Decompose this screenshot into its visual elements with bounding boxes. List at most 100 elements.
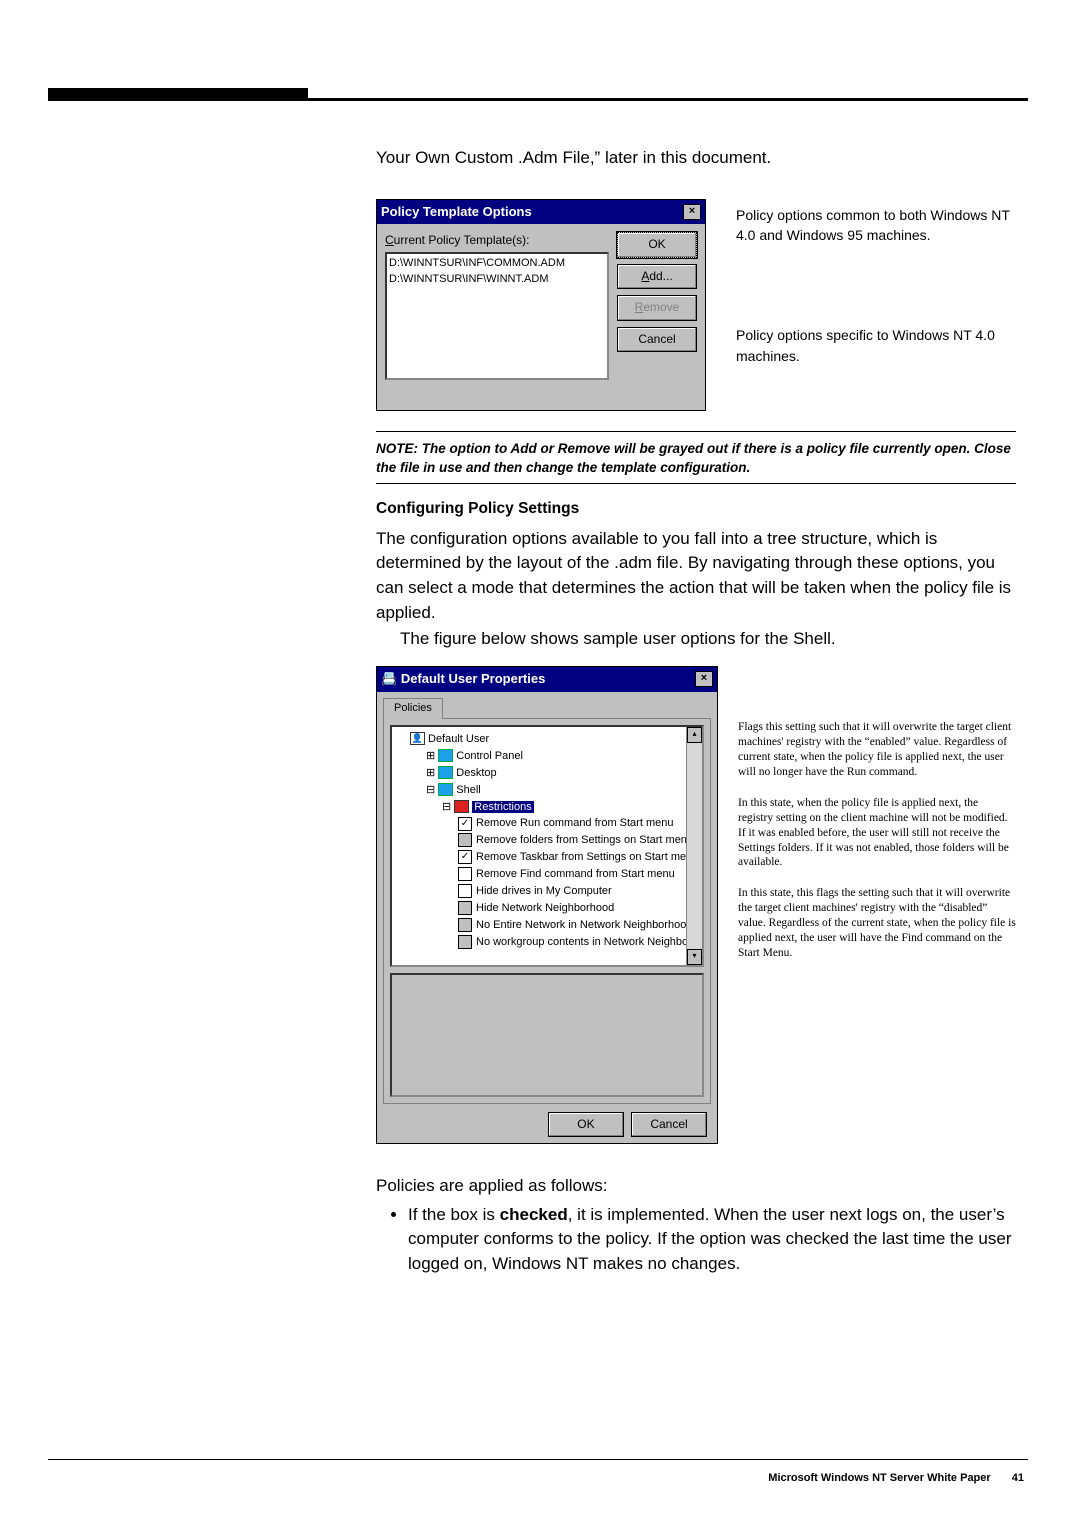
policy-option[interactable]: Hide drives in My Computer	[458, 884, 700, 900]
footer-rule	[48, 1459, 1028, 1461]
dialog2-body: Policies ▴ ▾ 👤Default User	[377, 692, 717, 1143]
underline-a: A	[641, 269, 649, 283]
current-templates-label: Current Policy Template(s):	[385, 232, 609, 249]
paragraph-top: Your Own Custom .Adm File,” later in thi…	[376, 146, 1016, 171]
tree-label: Shell	[456, 784, 480, 796]
figure-policy-template-options: Policy Template Options × Current Policy…	[376, 199, 1016, 411]
annotation-unchanged: In this state, when the policy file is a…	[738, 796, 1016, 871]
checkbox-gray-icon[interactable]	[458, 901, 472, 915]
dialog1-left: Current Policy Template(s): D:\WINNTSUR\…	[385, 232, 609, 379]
annotation-enabled: Flags this setting such that it will ove…	[738, 720, 1016, 780]
cancel-button[interactable]: Cancel	[617, 327, 697, 352]
checkbox-gray-icon[interactable]	[458, 833, 472, 847]
option-label: Hide drives in My Computer	[476, 885, 612, 897]
book-icon	[438, 766, 453, 779]
dialog1-body: Current Policy Template(s): D:\WINNTSUR\…	[377, 224, 705, 409]
note-rule-top	[376, 431, 1016, 433]
close-icon[interactable]: ×	[695, 671, 713, 687]
open-book-icon	[454, 800, 469, 813]
policy-tree[interactable]: ▴ ▾ 👤Default User ⊞ Control Panel ⊞ Desk…	[390, 725, 704, 967]
annotation-common: Policy options common to both Windows NT…	[736, 205, 1016, 246]
header-rule	[48, 98, 1028, 101]
dialog1-buttons: OK Add... Remove Cancel	[617, 232, 697, 379]
option-label: Hide Network Neighborhood	[476, 902, 614, 914]
scroll-up-icon[interactable]: ▴	[687, 727, 702, 743]
dialog-policy-template-options: Policy Template Options × Current Policy…	[376, 199, 706, 411]
ok-button[interactable]: OK	[548, 1112, 624, 1137]
user-icon: 👤	[410, 732, 425, 745]
annotation-nt-specific: Policy options specific to Windows NT 4.…	[736, 325, 1016, 366]
figure2-annotations: Flags this setting such that it will ove…	[738, 666, 1016, 977]
book-icon	[438, 749, 453, 762]
note-rule-bottom	[376, 483, 1016, 485]
tree-node-control-panel[interactable]: ⊞ Control Panel	[426, 749, 700, 765]
paragraph-config: The configuration options available to y…	[376, 527, 1016, 626]
label-rest: urrent Policy Template(s):	[394, 233, 530, 247]
policy-option[interactable]: ✓ Remove Taskbar from Settings on Start m…	[458, 850, 700, 866]
bullet-checked: If the box is checked, it is implemented…	[408, 1203, 1016, 1277]
option-label: Remove Run command from Start menu	[476, 817, 673, 829]
dialog2-title-text: Default User Properties	[401, 671, 546, 686]
underline-r: R	[635, 300, 644, 314]
list-item[interactable]: D:\WINNTSUR\INF\COMMON.ADM	[389, 256, 605, 272]
paragraph-figure-intro: The figure below shows sample user optio…	[376, 627, 1016, 652]
footer: Microsoft Windows NT Server White Paper …	[768, 1472, 1024, 1484]
tab-policies[interactable]: Policies	[383, 698, 443, 719]
policy-option[interactable]: No Entire Network in Network Neighborhoo…	[458, 918, 700, 934]
book-icon	[438, 783, 453, 796]
option-label: Remove Find command from Start menu	[476, 868, 675, 880]
policy-option[interactable]: Remove folders from Settings on Start me…	[458, 833, 700, 849]
page-number: 41	[1012, 1472, 1024, 1484]
tree-label: Desktop	[456, 767, 496, 779]
checkbox-checked-icon[interactable]: ✓	[458, 817, 472, 831]
checkbox-gray-icon[interactable]	[458, 935, 472, 949]
figure1-annotations: Policy options common to both Windows NT…	[736, 199, 1016, 366]
page: Your Own Custom .Adm File,” later in thi…	[0, 0, 1080, 1528]
section-heading-configuring: Configuring Policy Settings	[376, 498, 1016, 520]
list-item[interactable]: D:\WINNTSUR\INF\WINNT.ADM	[389, 272, 605, 288]
checkbox-unchecked-icon[interactable]	[458, 884, 472, 898]
tree-label-selected: Restrictions	[472, 801, 533, 813]
option-label: No Entire Network in Network Neighborhoo…	[476, 919, 692, 931]
policy-option[interactable]: Hide Network Neighborhood	[458, 901, 700, 917]
header-accent-bar	[48, 88, 308, 98]
settings-detail-pane	[390, 973, 704, 1097]
bullet-text: If the box is	[408, 1205, 500, 1224]
underline-c: C	[385, 233, 394, 247]
footer-title: Microsoft Windows NT Server White Paper	[768, 1472, 990, 1484]
templates-listbox[interactable]: D:\WINNTSUR\INF\COMMON.ADM D:\WINNTSUR\I…	[385, 252, 609, 380]
checkbox-gray-icon[interactable]	[458, 918, 472, 932]
close-icon[interactable]: ×	[683, 204, 701, 220]
content-column: Your Own Custom .Adm File,” later in thi…	[376, 146, 1016, 1277]
policy-option[interactable]: ✓ Remove Run command from Start menu	[458, 816, 700, 832]
tree-node-shell[interactable]: ⊟ Shell ⊟ Restrictions ✓Remove Run comma…	[426, 783, 700, 951]
dialog1-title: Policy Template Options	[381, 203, 532, 222]
scroll-down-icon[interactable]: ▾	[687, 949, 702, 965]
checkbox-unchecked-icon[interactable]	[458, 867, 472, 881]
tree-node-default-user[interactable]: 👤Default User ⊞ Control Panel ⊞ Desktop …	[410, 732, 700, 951]
option-label: Remove folders from Settings on Start me…	[476, 834, 693, 846]
scrollbar[interactable]: ▴ ▾	[686, 727, 702, 965]
option-label: Remove Taskbar from Settings on Start me…	[476, 851, 698, 863]
figure-default-user-properties: 📇 Default User Properties × Policies ▴ ▾	[376, 666, 1016, 1144]
tree-node-desktop[interactable]: ⊞ Desktop	[426, 766, 700, 782]
dialog2-button-row: OK Cancel	[383, 1112, 711, 1137]
option-label: No workgroup contents in Network Neighbo…	[476, 936, 704, 948]
policy-option[interactable]: No workgroup contents in Network Neighbo…	[458, 935, 700, 951]
checkbox-checked-icon[interactable]: ✓	[458, 850, 472, 864]
bullet-bold: checked	[500, 1205, 568, 1224]
add-button[interactable]: Add...	[617, 264, 697, 289]
paragraph-applied: Policies are applied as follows:	[376, 1174, 1016, 1199]
tree-node-restrictions[interactable]: ⊟ Restrictions ✓Remove Run command from …	[442, 800, 700, 951]
dialog-default-user-properties: 📇 Default User Properties × Policies ▴ ▾	[376, 666, 718, 1144]
policy-option[interactable]: Remove Find command from Start menu	[458, 867, 700, 883]
tree-label: Default User	[428, 733, 489, 745]
dialog2-title: 📇 Default User Properties	[381, 670, 545, 689]
dialog1-titlebar: Policy Template Options ×	[377, 200, 705, 225]
tree-label: Control Panel	[456, 750, 523, 762]
ok-button[interactable]: OK	[617, 232, 697, 257]
cancel-button[interactable]: Cancel	[631, 1112, 707, 1137]
remove-button[interactable]: Remove	[617, 295, 697, 320]
tree-root: 👤Default User ⊞ Control Panel ⊞ Desktop …	[394, 732, 700, 951]
dialog2-titlebar: 📇 Default User Properties ×	[377, 667, 717, 692]
